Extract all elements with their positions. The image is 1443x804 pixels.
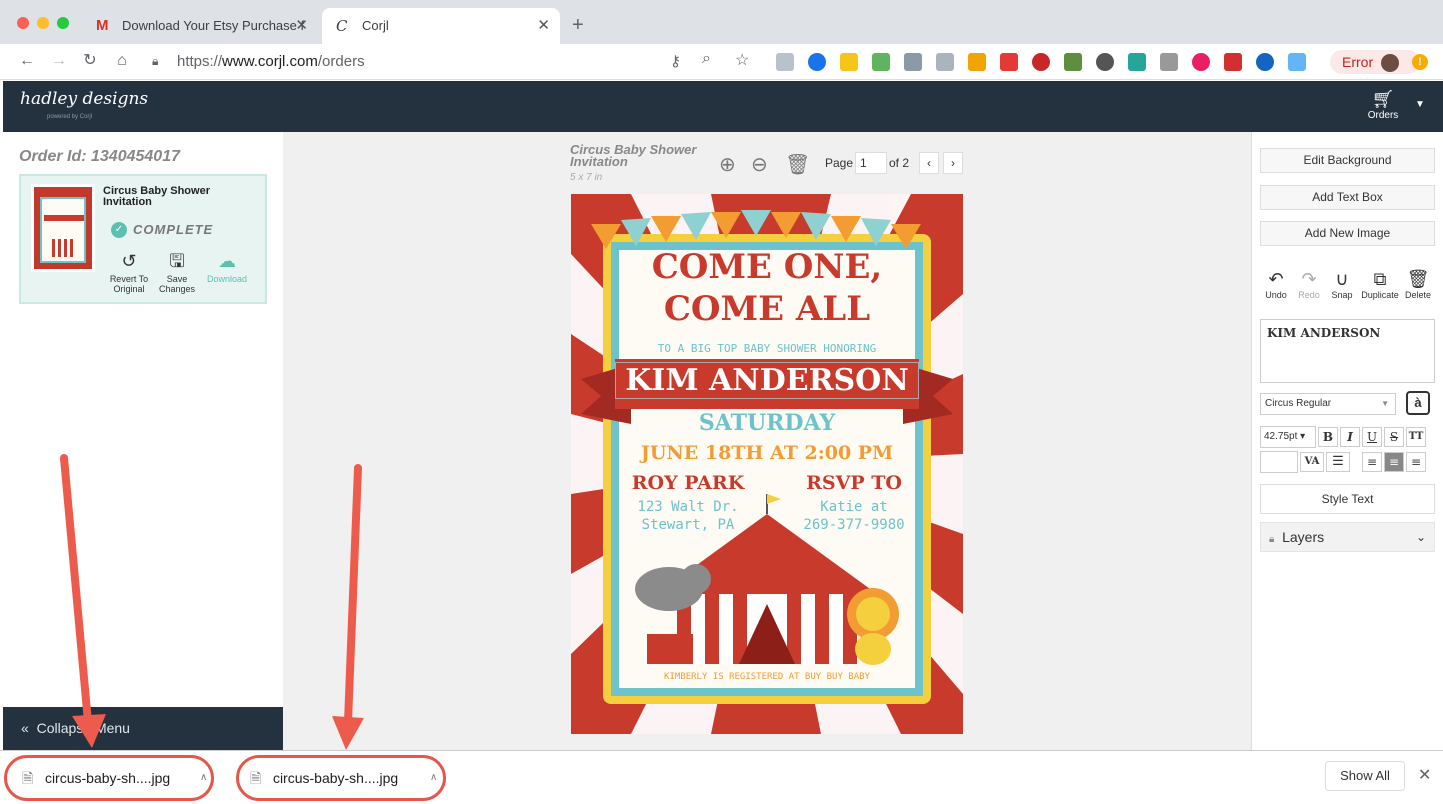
annotation-arrows — [60, 454, 364, 750]
